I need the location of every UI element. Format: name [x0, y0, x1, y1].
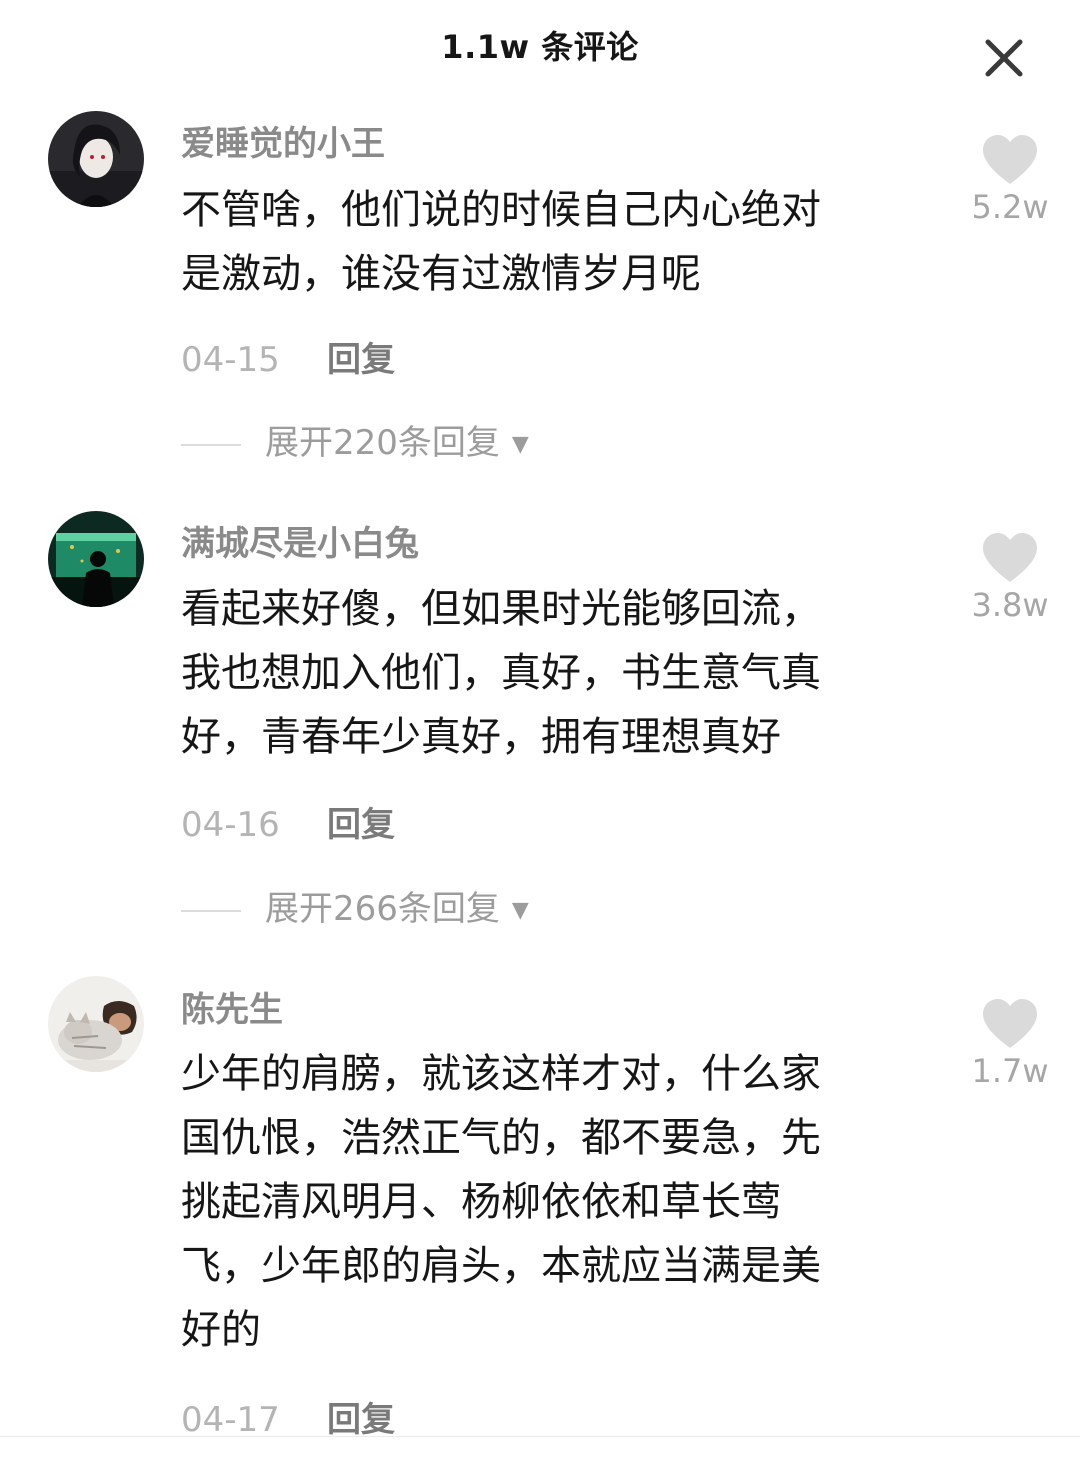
comment-text: 看起来好傻，但如果时光能够回流， 我也想加入他们，真好，书生意气真 好，青春年少…	[181, 577, 911, 769]
comment-date: 04-16	[181, 805, 280, 845]
comment-date: 04-15	[181, 340, 280, 380]
avatar[interactable]	[48, 111, 144, 207]
comment-meta: 04-15 回复	[181, 332, 395, 381]
heart-icon	[983, 999, 1037, 1048]
divider	[181, 909, 241, 912]
comment-text-line: 挑起清风明月、杨柳依依和草长莺	[181, 1179, 781, 1225]
avatar[interactable]	[48, 511, 144, 607]
comment-text-line: 是激动，谁没有过激情岁月呢	[181, 251, 701, 297]
comments-header: 1.1w 条评论	[0, 0, 1080, 100]
expand-replies-label: 展开266条回复	[265, 889, 500, 929]
heart-icon	[983, 135, 1037, 184]
close-icon[interactable]	[976, 30, 1032, 86]
comment-text-line: 好的	[181, 1307, 261, 1353]
reply-button[interactable]: 回复	[327, 340, 395, 380]
expand-replies-button[interactable]: 展开266条回复 ▼	[181, 881, 529, 931]
comment-meta: 04-17 回复	[181, 1392, 395, 1441]
like-count: 3.8w	[971, 586, 1049, 624]
heart-icon	[983, 533, 1037, 582]
comment-meta: 04-16 回复	[181, 797, 395, 846]
caret-down-icon: ▼	[511, 432, 529, 457]
comment-text-line: 看起来好傻，但如果时光能够回流，	[181, 586, 821, 632]
like-count: 5.2w	[971, 188, 1049, 226]
divider	[0, 1436, 1080, 1437]
comment-text-line: 我也想加入他们，真好，书生意气真	[181, 650, 821, 696]
comment-date: 04-17	[181, 1400, 280, 1440]
username[interactable]: 陈先生	[181, 982, 283, 1031]
avatar[interactable]	[48, 976, 144, 1072]
expand-replies-button[interactable]: 展开220条回复 ▼	[181, 415, 529, 465]
comment-text-line: 国仇恨，浩然正气的，都不要急，先	[181, 1115, 821, 1161]
caret-down-icon: ▼	[511, 898, 529, 923]
username[interactable]: 满城尽是小白兔	[181, 516, 419, 565]
username[interactable]: 爱睡觉的小王	[181, 116, 385, 165]
like-count: 1.7w	[971, 1052, 1049, 1090]
comment-text: 不管啥，他们说的时候自己内心绝对 是激动，谁没有过激情岁月呢	[181, 178, 911, 306]
comment-text: 少年的肩膀，就该这样才对，什么家 国仇恨，浩然正气的，都不要急，先 挑起清风明月…	[181, 1042, 911, 1362]
divider	[181, 443, 241, 446]
comment-text-line: 不管啥，他们说的时候自己内心绝对	[181, 187, 821, 233]
like-button[interactable]: 5.2w	[958, 134, 1062, 226]
like-button[interactable]: 3.8w	[958, 532, 1062, 624]
expand-replies-label: 展开220条回复	[265, 423, 500, 463]
comment-text-line: 少年的肩膀，就该这样才对，什么家	[181, 1051, 821, 1097]
like-button[interactable]: 1.7w	[958, 998, 1062, 1090]
comment-text-line: 好，青春年少真好，拥有理想真好	[181, 714, 781, 760]
reply-button[interactable]: 回复	[327, 1400, 395, 1440]
reply-button[interactable]: 回复	[327, 805, 395, 845]
comment-count-title: 1.1w 条评论	[441, 28, 639, 66]
comment-text-line: 飞，少年郎的肩头，本就应当满是美	[181, 1243, 821, 1289]
